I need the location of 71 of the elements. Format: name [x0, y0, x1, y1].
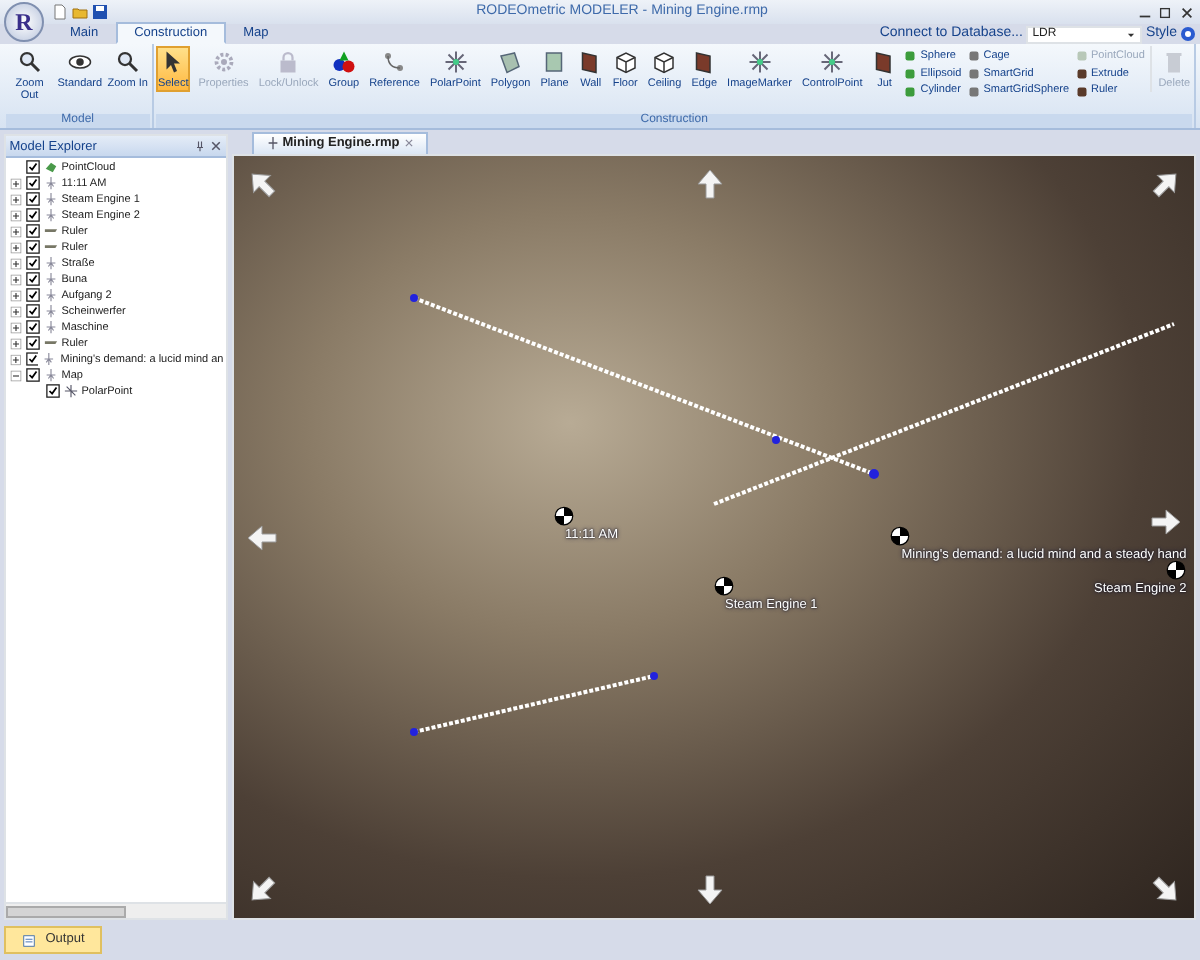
- checkbox[interactable]: [25, 336, 40, 351]
- cursor-icon: [161, 50, 186, 74]
- checkbox[interactable]: [25, 352, 39, 367]
- checkbox[interactable]: [25, 208, 40, 223]
- expand-icon[interactable]: [9, 353, 22, 366]
- trash-icon: [1162, 50, 1187, 74]
- close-icon: [210, 139, 222, 152]
- gear-icon: [211, 50, 236, 74]
- expand-icon[interactable]: [9, 193, 22, 206]
- cube-icon: [652, 50, 677, 74]
- expand-icon[interactable]: [9, 209, 22, 222]
- document-icon[interactable]: [52, 4, 68, 20]
- checkbox[interactable]: [25, 304, 40, 319]
- shapes-icon: [331, 50, 356, 74]
- polar-point-icon: [63, 384, 78, 399]
- expand-icon[interactable]: [9, 273, 22, 286]
- checkbox[interactable]: [25, 256, 40, 271]
- arrow-icon[interactable]: [1150, 506, 1183, 539]
- checkbox[interactable]: [25, 272, 40, 287]
- wall-icon: [578, 50, 603, 74]
- expand-icon[interactable]: [9, 337, 22, 350]
- maximize-icon[interactable]: [1158, 5, 1172, 19]
- checkbox[interactable]: [25, 288, 40, 303]
- arrow-icon[interactable]: [245, 874, 277, 906]
- logo[interactable]: R: [4, 2, 44, 42]
- scrollbar[interactable]: [5, 902, 226, 918]
- close-icon[interactable]: [1179, 5, 1193, 19]
- expand-icon[interactable]: [9, 225, 22, 238]
- expand-icon[interactable]: [9, 305, 22, 318]
- save-icon[interactable]: [91, 4, 107, 20]
- expand-icon[interactable]: [9, 321, 22, 334]
- document-type-icon: [265, 136, 279, 151]
- checkbox[interactable]: [25, 176, 40, 191]
- marker-icon: [889, 525, 910, 546]
- checkbox[interactable]: [25, 240, 40, 255]
- crosshair-icon: [443, 50, 468, 74]
- output-icon: [21, 933, 36, 947]
- cube-icon: [613, 50, 638, 74]
- arrow-icon[interactable]: [1150, 167, 1183, 200]
- checkbox[interactable]: [25, 160, 40, 175]
- checkbox[interactable]: [25, 320, 40, 335]
- caret-icon: [1126, 29, 1137, 39]
- marker-icon: [713, 575, 733, 596]
- checkbox[interactable]: [45, 384, 60, 399]
- help-icon: [1180, 26, 1197, 42]
- wall-icon: [872, 50, 897, 74]
- crosshair-icon: [820, 50, 845, 74]
- expand-icon[interactable]: [9, 241, 22, 254]
- pin-icon: [194, 139, 207, 152]
- expand-icon[interactable]: [9, 257, 22, 270]
- arrow-icon[interactable]: [694, 874, 727, 906]
- marker-icon: [1166, 559, 1187, 580]
- magnifier-icon: [115, 50, 140, 74]
- collapse-icon[interactable]: [9, 369, 22, 382]
- plane-icon: [542, 50, 567, 74]
- expand-icon[interactable]: [9, 289, 22, 302]
- magnifier-icon: [17, 50, 42, 74]
- marker-icon: [553, 505, 573, 526]
- arrow-icon[interactable]: [245, 167, 277, 200]
- nodes-icon: [382, 50, 407, 74]
- arrow-icon[interactable]: [1150, 874, 1183, 906]
- lock-icon: [276, 50, 301, 74]
- checkbox[interactable]: [25, 192, 40, 207]
- crosshair-icon: [747, 50, 772, 74]
- checkbox[interactable]: [25, 368, 40, 383]
- close-icon: [403, 138, 413, 149]
- eye-icon: [67, 50, 92, 74]
- checkbox[interactable]: [25, 224, 40, 239]
- polygon-icon: [498, 50, 523, 74]
- wall-icon: [692, 50, 717, 74]
- expand-icon[interactable]: [9, 177, 22, 190]
